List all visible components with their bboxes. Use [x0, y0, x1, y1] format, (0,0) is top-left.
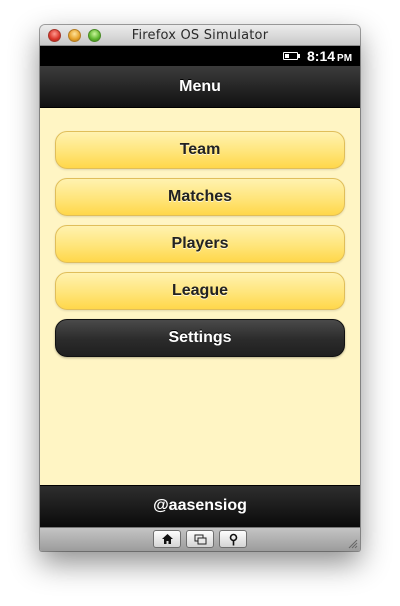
page-title: Menu	[179, 78, 221, 95]
menu-button-matches[interactable]: Matches	[55, 178, 345, 216]
menu-button-players[interactable]: Players	[55, 225, 345, 263]
app-footer: @aasensiog	[40, 485, 360, 527]
status-ampm: PM	[337, 53, 353, 64]
screens-icon	[194, 534, 207, 545]
footer-handle: @aasensiog	[153, 497, 247, 514]
simulator-toolbar	[40, 527, 360, 551]
menu-button-team[interactable]: Team	[55, 131, 345, 169]
app-header: Menu	[40, 66, 360, 108]
home-icon	[162, 534, 173, 544]
battery-icon	[283, 52, 300, 60]
window-title: Firefox OS Simulator	[131, 28, 269, 43]
battery-level	[285, 54, 289, 58]
resize-grip-icon[interactable]	[346, 537, 358, 549]
home-button[interactable]	[153, 530, 181, 548]
status-clock: 8:14 PM	[307, 48, 352, 64]
screens-button[interactable]	[186, 530, 214, 548]
simulator-window: Firefox OS Simulator 8:14 PM Menu Team Ma…	[40, 25, 360, 551]
window-titlebar[interactable]: Firefox OS Simulator	[40, 25, 360, 46]
menu-content: Team Matches Players League Settings	[40, 108, 360, 485]
location-pin-icon	[229, 533, 238, 546]
status-bar: 8:14 PM	[40, 46, 360, 66]
menu-button-settings[interactable]: Settings	[55, 319, 345, 357]
menu-button-league[interactable]: League	[55, 272, 345, 310]
status-time: 8:14	[307, 48, 336, 64]
geolocation-button[interactable]	[219, 530, 247, 548]
